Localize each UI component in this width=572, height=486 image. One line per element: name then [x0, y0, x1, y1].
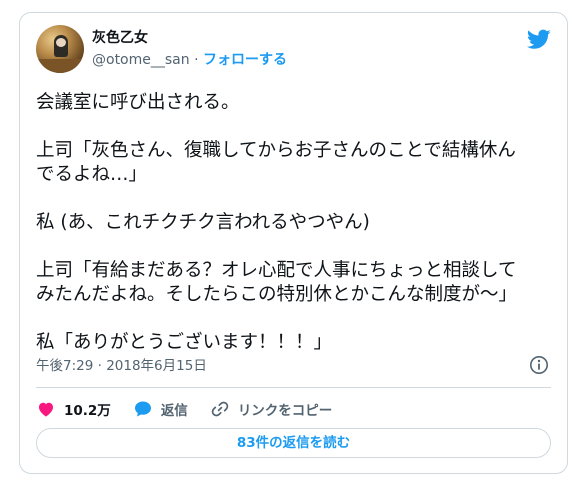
reply-bubble-icon — [134, 401, 151, 417]
avatar-face — [56, 38, 66, 47]
avatar[interactable] — [36, 25, 84, 73]
twitter-bird-icon[interactable] — [527, 27, 551, 51]
like-button[interactable]: 10.2万 — [36, 399, 111, 419]
read-replies-button[interactable]: 83件の返信を読む — [36, 428, 551, 458]
divider — [36, 387, 551, 388]
info-icon[interactable] — [529, 355, 549, 375]
follow-button[interactable]: フォローする — [203, 52, 287, 68]
action-bar: 10.2万 返信 リンクをコピー — [36, 397, 354, 421]
link-icon — [211, 401, 229, 417]
reply-button[interactable]: 返信 — [133, 399, 188, 419]
tweet-timestamp[interactable]: 午後7:29 · 2018年6月15日 — [36, 357, 207, 375]
tweet-text: 会議室に呼び出される。 上司「灰色さん、復職してからお子さんのことで結構休ん で… — [36, 92, 518, 353]
handle-separator: · — [189, 52, 203, 68]
tweet-card: 灰色乙女 @otome__san · フォローする 会議室に呼び出される。 上司… — [19, 12, 568, 474]
like-count: 10.2万 — [64, 403, 111, 419]
copy-link-label: リンクをコピー — [237, 403, 333, 419]
display-name[interactable]: 灰色乙女 — [92, 28, 148, 48]
avatar-shelf — [36, 59, 84, 73]
reply-label: 返信 — [160, 403, 188, 419]
user-handle[interactable]: @otome__san — [92, 52, 190, 68]
copy-link-button[interactable]: リンクをコピー — [210, 399, 333, 419]
heart-icon — [39, 402, 53, 417]
handle-row: @otome__san · フォローする — [92, 50, 287, 70]
